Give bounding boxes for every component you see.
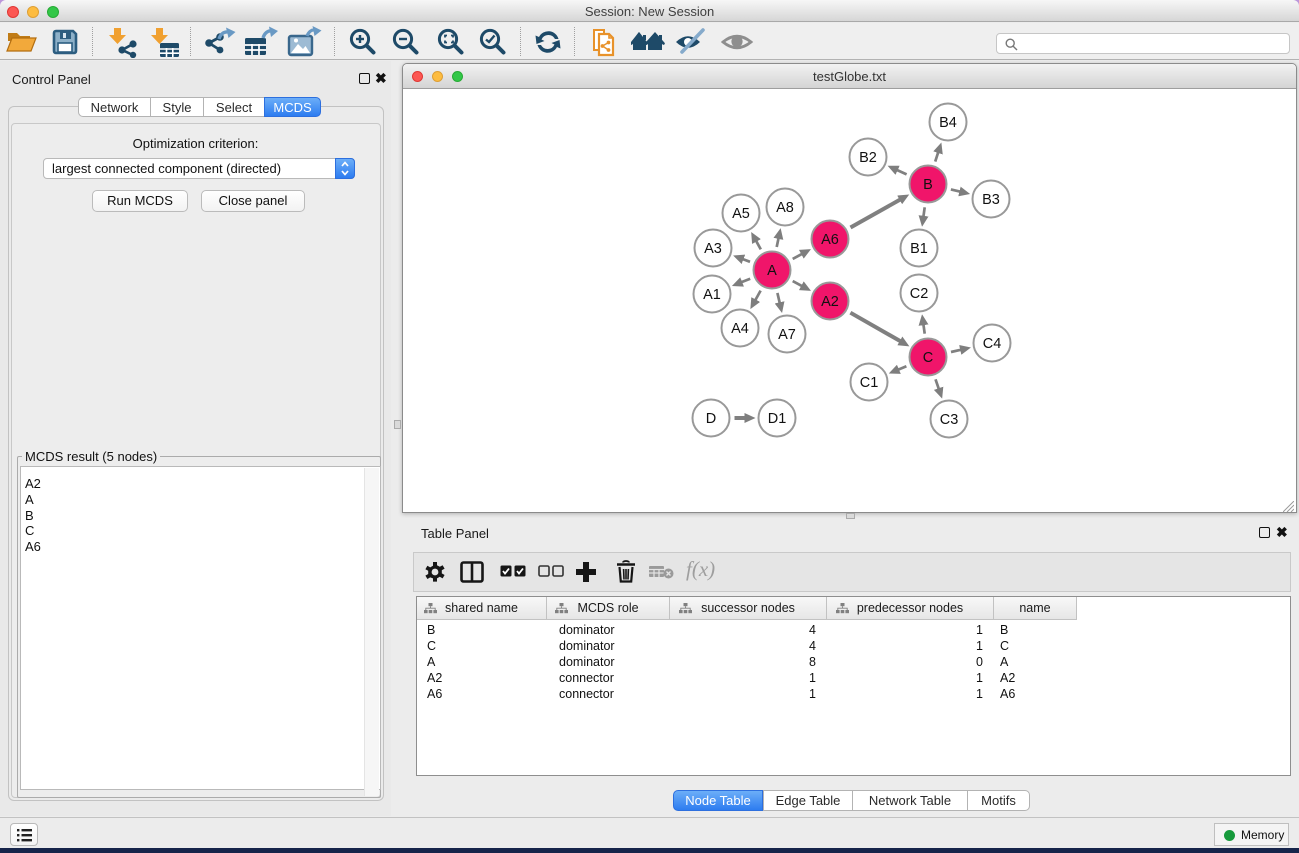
svg-text:A6: A6: [821, 232, 839, 248]
svg-text:B4: B4: [939, 115, 957, 131]
svg-text:C2: C2: [910, 286, 929, 302]
svg-text:A1: A1: [703, 287, 721, 303]
svg-text:A2: A2: [821, 294, 839, 310]
svg-text:C3: C3: [940, 412, 959, 428]
svg-text:D1: D1: [768, 411, 787, 427]
svg-text:A8: A8: [776, 200, 794, 216]
svg-text:B: B: [923, 177, 933, 193]
svg-text:C1: C1: [860, 375, 879, 391]
svg-text:B3: B3: [982, 192, 1000, 208]
svg-text:C4: C4: [983, 336, 1002, 352]
svg-text:A5: A5: [732, 206, 750, 222]
svg-text:C: C: [923, 350, 933, 366]
svg-text:A3: A3: [704, 241, 722, 257]
svg-text:D: D: [706, 411, 716, 427]
svg-text:A4: A4: [731, 321, 749, 337]
svg-text:A: A: [767, 263, 777, 279]
svg-text:A7: A7: [778, 327, 796, 343]
svg-text:B2: B2: [859, 150, 877, 166]
svg-text:B1: B1: [910, 241, 928, 257]
